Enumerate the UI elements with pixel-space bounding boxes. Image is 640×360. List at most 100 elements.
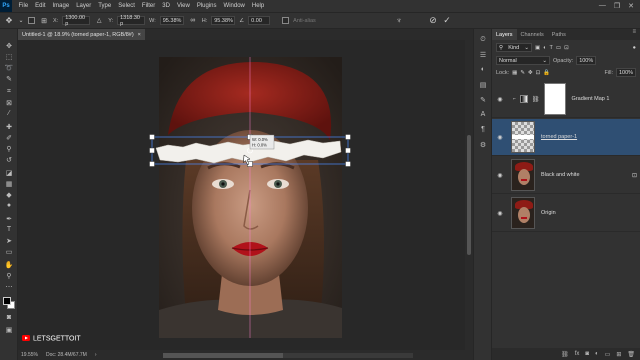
- tool-preset-chevron-icon[interactable]: ⌄: [18, 16, 24, 26]
- dodge-tool-icon[interactable]: ●: [4, 201, 14, 210]
- link-layers-icon[interactable]: ⛓: [561, 351, 569, 358]
- crop-tool-icon[interactable]: ⌗: [4, 87, 14, 96]
- lock-transparent-icon[interactable]: ▦: [512, 70, 517, 76]
- menu-view[interactable]: View: [173, 3, 193, 9]
- layer-name[interactable]: Origin: [541, 210, 556, 216]
- layer-style-icon[interactable]: fx: [575, 351, 580, 357]
- document-tab[interactable]: Untitled-1 @ 18.9% (torned paper-1, RGB/…: [18, 29, 145, 40]
- layer-filter-dropdown[interactable]: ⚲ Kind ⌄: [496, 43, 532, 52]
- tab-channels[interactable]: Channels: [517, 29, 548, 40]
- y-field[interactable]: 1318.30 p: [117, 15, 146, 27]
- minimize-button[interactable]: —: [599, 2, 606, 10]
- horizontal-scrollbar-thumb[interactable]: [163, 352, 283, 358]
- filter-toggle-icon[interactable]: ●: [633, 45, 636, 51]
- tab-paths[interactable]: Paths: [548, 29, 570, 40]
- quick-mask-icon[interactable]: ◙: [4, 313, 14, 322]
- lock-artboard-icon[interactable]: ⊡: [536, 70, 541, 76]
- layer-name[interactable]: Gradient Map 1: [572, 96, 610, 102]
- eyedropper-tool-icon[interactable]: ⁄: [4, 109, 14, 118]
- visibility-eye-icon[interactable]: ◉: [495, 210, 505, 217]
- zoom-level[interactable]: 19.55%: [21, 352, 38, 358]
- visibility-eye-icon[interactable]: ◉: [495, 96, 505, 103]
- character-panel-icon[interactable]: A: [478, 110, 488, 119]
- opacity-field[interactable]: 100%: [576, 56, 597, 65]
- move-tool-icon[interactable]: ✥: [4, 41, 14, 50]
- pen-tool-icon[interactable]: ✒: [4, 214, 14, 223]
- delete-layer-icon[interactable]: 🗑: [627, 351, 635, 358]
- marquee-tool-icon[interactable]: ⬚: [4, 52, 14, 61]
- commit-transform-icon[interactable]: ✓: [442, 15, 452, 26]
- angle-field[interactable]: 0.00: [248, 16, 271, 25]
- screen-mode-icon[interactable]: ▣: [4, 325, 14, 334]
- lock-pixels-icon[interactable]: ✎: [520, 70, 525, 76]
- lasso-tool-icon[interactable]: ➰: [4, 63, 14, 72]
- filter-shape-icon[interactable]: ▭: [556, 45, 561, 51]
- filter-type-icon[interactable]: T: [550, 45, 553, 51]
- brushes-panel-icon[interactable]: ✎: [478, 95, 488, 104]
- new-group-icon[interactable]: ▭: [605, 351, 611, 358]
- frame-tool-icon[interactable]: ⊠: [4, 98, 14, 107]
- type-tool-icon[interactable]: T: [4, 225, 14, 234]
- reference-point-checkbox[interactable]: [28, 17, 35, 24]
- quick-select-tool-icon[interactable]: ✎: [4, 74, 14, 83]
- brush-tool-icon[interactable]: ✐: [4, 133, 14, 142]
- menu-file[interactable]: File: [15, 3, 32, 9]
- layer-thumbnail[interactable]: [511, 197, 535, 229]
- glyphs-panel-icon[interactable]: ⚙: [478, 140, 488, 149]
- close-document-icon[interactable]: ×: [138, 32, 141, 38]
- warp-icon[interactable]: ♆: [394, 16, 404, 26]
- menu-type[interactable]: Type: [95, 3, 115, 9]
- canvas-area[interactable]: W: 0.0% H: 0.0% LETSGETTOIT: [18, 40, 473, 350]
- filter-smart-icon[interactable]: ⊡: [564, 45, 569, 51]
- visibility-eye-icon[interactable]: ◉: [495, 134, 505, 141]
- horizontal-scrollbar[interactable]: [163, 352, 413, 358]
- blend-mode-dropdown[interactable]: Normal ⌄: [496, 56, 550, 65]
- path-select-tool-icon[interactable]: ➤: [4, 236, 14, 245]
- layer-row-black-and-white[interactable]: ◉ Black and white ⊡: [492, 157, 640, 194]
- close-window-button[interactable]: ✕: [628, 2, 634, 10]
- lock-position-icon[interactable]: ✥: [528, 70, 533, 76]
- menu-image[interactable]: Image: [49, 3, 73, 9]
- gradient-tool-icon[interactable]: ▦: [4, 179, 14, 188]
- properties-panel-icon[interactable]: ☰: [478, 50, 488, 59]
- eraser-tool-icon[interactable]: ◪: [4, 168, 14, 177]
- status-chevron-icon[interactable]: ›: [95, 352, 97, 358]
- move-tool-icon[interactable]: ✥: [4, 16, 14, 26]
- zoom-tool-icon[interactable]: ⚲: [4, 271, 14, 280]
- paragraph-panel-icon[interactable]: ¶: [478, 125, 488, 134]
- foreground-color-swatch[interactable]: [3, 297, 11, 305]
- h-field[interactable]: 95.38%: [211, 16, 236, 25]
- layer-thumbnail[interactable]: [511, 159, 535, 191]
- libraries-panel-icon[interactable]: ▤: [478, 80, 488, 89]
- layer-row-torned-paper[interactable]: ◉ torned paper-1: [492, 119, 640, 156]
- layer-name[interactable]: Black and white: [541, 172, 580, 178]
- menu-edit[interactable]: Edit: [32, 3, 49, 9]
- document-canvas[interactable]: W: 0.0% H: 0.0% LETSGETTOIT: [18, 40, 473, 350]
- hand-tool-icon[interactable]: ✋: [4, 260, 14, 269]
- menu-plugins[interactable]: Plugins: [193, 3, 220, 9]
- vertical-scrollbar[interactable]: [465, 40, 473, 350]
- layer-name[interactable]: torned paper-1: [541, 134, 577, 140]
- fill-field[interactable]: 100%: [616, 68, 636, 77]
- history-brush-tool-icon[interactable]: ↺: [4, 155, 14, 164]
- more-tools-icon[interactable]: ⋯: [4, 282, 14, 291]
- antialias-checkbox[interactable]: [282, 17, 290, 24]
- tab-layers[interactable]: Layers: [492, 29, 517, 40]
- rectangle-tool-icon[interactable]: ▭: [4, 247, 14, 256]
- menu-help[interactable]: Help: [248, 3, 267, 9]
- w-field[interactable]: 95.38%: [159, 16, 184, 25]
- filter-pixel-icon[interactable]: ▣: [535, 45, 540, 51]
- menu-select[interactable]: Select: [115, 3, 139, 9]
- adjustments-panel-icon[interactable]: ◐: [478, 65, 488, 74]
- clone-stamp-tool-icon[interactable]: ⚲: [4, 144, 14, 153]
- filter-adjustment-icon[interactable]: ◐: [543, 45, 546, 51]
- layer-row-origin[interactable]: ◉ Origin: [492, 195, 640, 232]
- relative-position-icon[interactable]: △: [94, 16, 104, 26]
- menu-filter[interactable]: Filter: [138, 3, 158, 9]
- menu-3d[interactable]: 3D: [159, 3, 174, 9]
- new-adjustment-icon[interactable]: ◐: [595, 351, 599, 357]
- photoshop-logo[interactable]: Ps: [0, 0, 12, 12]
- cancel-transform-icon[interactable]: ⊘: [428, 15, 438, 26]
- reference-point-icon[interactable]: ⊞: [39, 16, 49, 26]
- healing-brush-tool-icon[interactable]: ✚: [4, 122, 14, 131]
